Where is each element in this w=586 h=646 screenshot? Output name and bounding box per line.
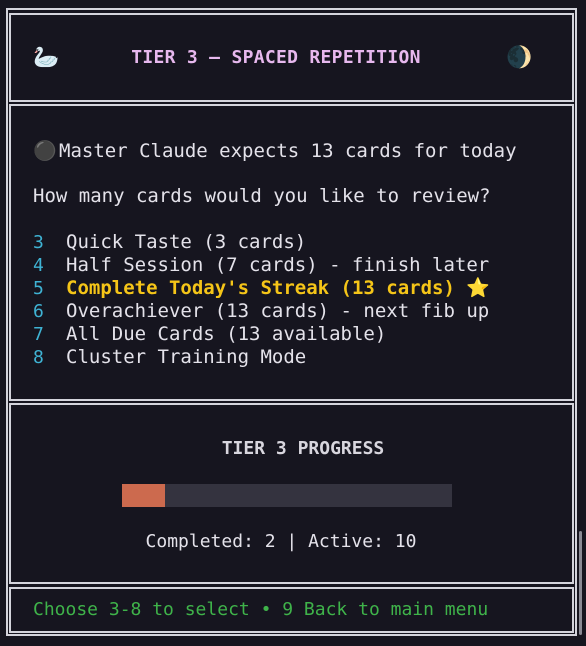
progress-title: TIER 3 PROGRESS — [221, 438, 385, 459]
page-title: TIER 3 — SPACED REPETITION — [131, 47, 421, 68]
footer-instructions: Choose 3-8 to select • 9 Back to main me… — [33, 599, 489, 620]
option-overachiever[interactable]: Overachiever (13 cards) - next fib up — [66, 300, 489, 323]
option-number: 7 — [33, 324, 44, 345]
option-cluster-training[interactable]: Cluster Training Mode — [66, 346, 306, 369]
option-number: 8 — [33, 347, 44, 368]
review-prompt: How many cards would you like to review? — [33, 185, 491, 207]
scrollbar[interactable] — [579, 531, 582, 635]
option-half-session[interactable]: Half Session (7 cards) - finish later — [66, 254, 489, 277]
option-number: 6 — [33, 301, 44, 322]
moon-icon: 🌒 — [506, 45, 533, 69]
progress-stats: Completed: 2 | Active: 10 — [145, 531, 417, 552]
option-quick-taste[interactable]: Quick Taste (3 cards) — [66, 231, 306, 254]
black-circle-icon: ⚫ — [33, 140, 57, 162]
option-complete-streak[interactable]: Complete Today's Streak (13 cards) ⭐ — [66, 277, 490, 300]
option-all-due-cards[interactable]: All Due Cards (13 available) — [66, 323, 386, 346]
option-number: 4 — [33, 255, 44, 276]
progress-bar-fill — [122, 484, 165, 507]
option-number: 3 — [33, 232, 44, 253]
option-number: 5 — [33, 278, 44, 299]
expectation-text: Master Claude expects 13 cards for today — [59, 140, 517, 162]
progress-bar — [122, 484, 452, 507]
expectation-line: ⚫ Master Claude expects 13 cards for toda… — [33, 139, 517, 163]
